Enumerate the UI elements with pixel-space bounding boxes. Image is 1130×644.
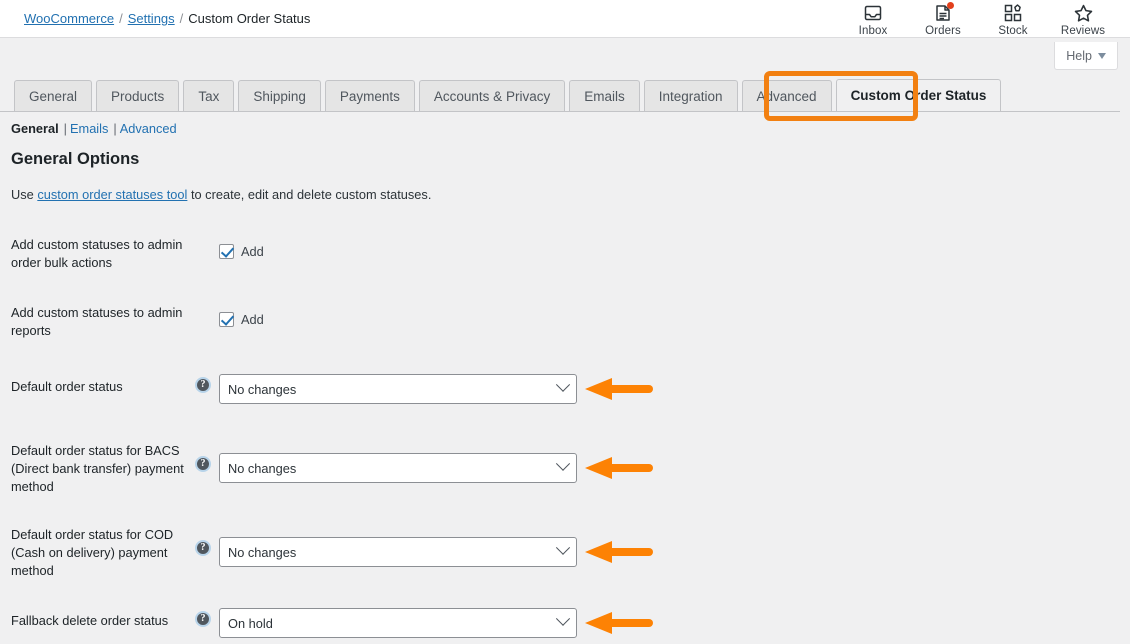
settings-tab-strip: General Products Tax Shipping Payments A… <box>0 79 1120 112</box>
activity-panel-icons: Inbox Orders Stock Reviews <box>838 0 1118 38</box>
setting-label-cod-status: Default order status for COD (Cash on de… <box>11 527 174 578</box>
help-tooltip-icon-bacs-status[interactable]: ? <box>195 456 211 472</box>
inbox-icon <box>862 2 884 24</box>
select-value-default-order-status: No changes <box>228 381 297 397</box>
chevron-down-icon <box>555 377 571 392</box>
activity-label-inbox: Inbox <box>858 25 888 37</box>
tab-emails[interactable]: Emails <box>569 80 640 111</box>
tab-payments[interactable]: Payments <box>324 80 415 111</box>
custom-order-statuses-tool-link[interactable]: custom order statuses tool <box>37 187 187 202</box>
description-text-before: Use <box>11 187 38 202</box>
tab-integration[interactable]: Integration <box>643 80 738 111</box>
select-default-order-status[interactable]: No changes <box>219 374 577 404</box>
activity-label-stock: Stock <box>998 25 1028 37</box>
select-value-bacs-status: No changes <box>228 460 297 476</box>
select-fallback-delete-status[interactable]: On hold <box>219 608 577 638</box>
arrow-head <box>585 612 612 634</box>
annotation-arrow-cod-status <box>585 541 653 563</box>
setting-row-fallback-delete-status: Fallback delete order status ? On hold <box>0 600 1120 644</box>
breadcrumb: WooCommerce / Settings / Custom Order Status <box>24 11 310 26</box>
chevron-down-icon <box>555 611 571 626</box>
breadcrumb-link-woocommerce[interactable]: WooCommerce <box>24 11 114 26</box>
arrow-head <box>585 541 612 563</box>
help-button[interactable]: Help <box>1054 42 1118 70</box>
help-tooltip-icon-cod-status[interactable]: ? <box>195 540 211 556</box>
sub-navigation: General | Emails | Advanced <box>11 121 177 136</box>
tab-advanced[interactable]: Advanced <box>741 80 832 111</box>
setting-row-admin-reports: Add custom statuses to admin reports Add <box>0 292 1120 350</box>
checkbox-admin-reports-wrap[interactable]: Add <box>219 312 264 327</box>
arrow-shaft <box>610 385 653 393</box>
select-value-fallback-delete-status: On hold <box>228 615 273 631</box>
tab-general[interactable]: General <box>14 80 93 111</box>
chevron-down-icon <box>555 540 571 555</box>
subnav-item-general[interactable]: General <box>11 121 59 136</box>
setting-row-bulk-actions: Add custom statuses to admin order bulk … <box>0 224 1120 282</box>
subnav-item-emails[interactable]: Emails <box>70 121 108 136</box>
help-tooltip-icon-fallback-delete-status[interactable]: ? <box>195 611 211 627</box>
orders-notification-badge <box>947 2 954 9</box>
reviews-star-icon <box>1072 2 1094 24</box>
annotation-arrow-bacs-status <box>585 457 653 479</box>
setting-label-bacs-status: Default order status for BACS (Direct ba… <box>11 443 184 494</box>
setting-row-default-order-status: Default order status ? No changes <box>0 366 1120 426</box>
checkbox-label-admin-reports: Add <box>241 312 264 327</box>
settings-tabs: General Products Tax Shipping Payments A… <box>14 79 1002 111</box>
breadcrumb-separator-2: / <box>179 11 184 26</box>
breadcrumb-current-page: Custom Order Status <box>188 11 311 26</box>
activity-label-orders: Orders <box>925 25 961 37</box>
orders-icon <box>932 2 954 24</box>
checkbox-admin-reports[interactable] <box>219 312 234 327</box>
setting-row-bacs-status: Default order status for BACS (Direct ba… <box>0 430 1120 508</box>
activity-item-orders[interactable]: Orders <box>908 0 978 37</box>
page-title: General Options <box>11 150 140 168</box>
breadcrumb-link-settings[interactable]: Settings <box>128 11 175 26</box>
tab-products[interactable]: Products <box>96 80 180 111</box>
subnav-separator-2: | <box>113 121 117 136</box>
stock-icon <box>1002 2 1024 24</box>
checkbox-bulk-actions[interactable] <box>219 244 234 259</box>
activity-item-stock[interactable]: Stock <box>978 0 1048 37</box>
activity-label-reviews: Reviews <box>1060 25 1106 37</box>
arrow-shaft <box>610 464 653 472</box>
arrow-shaft <box>610 548 653 556</box>
settings-page: WooCommerce / Settings / Custom Order Status… <box>0 0 1130 644</box>
subnav-separator-1: | <box>63 121 67 136</box>
select-cod-status[interactable]: No changes <box>219 537 577 567</box>
setting-label-bulk-actions: Add custom statuses to admin order bulk … <box>11 237 183 270</box>
setting-label-admin-reports: Add custom statuses to admin reports <box>11 305 183 338</box>
help-tooltip-icon-default-order-status[interactable]: ? <box>195 377 211 393</box>
arrow-head <box>585 378 612 400</box>
breadcrumb-separator-1: / <box>119 11 123 26</box>
annotation-arrow-default-order-status <box>585 378 653 400</box>
setting-label-default-order-status: Default order status <box>11 379 123 394</box>
subnav-item-advanced[interactable]: Advanced <box>120 121 177 136</box>
tab-tax[interactable]: Tax <box>183 80 235 111</box>
chevron-down-icon <box>1098 52 1106 59</box>
tab-custom-order-status[interactable]: Custom Order Status <box>835 79 1002 111</box>
section-description: Use custom order statuses tool to create… <box>11 187 431 202</box>
select-bacs-status[interactable]: No changes <box>219 453 577 483</box>
annotation-arrow-fallback-delete-status <box>585 612 653 634</box>
activity-item-inbox[interactable]: Inbox <box>838 0 908 37</box>
arrow-head <box>585 457 612 479</box>
setting-label-fallback-delete-status: Fallback delete order status <box>11 613 169 628</box>
top-bar: WooCommerce / Settings / Custom Order Status… <box>0 0 1130 38</box>
help-button-label: Help <box>1066 48 1092 63</box>
description-text-after: to create, edit and delete custom status… <box>187 187 432 202</box>
checkbox-bulk-actions-wrap[interactable]: Add <box>219 244 264 259</box>
checkbox-label-bulk-actions: Add <box>241 244 264 259</box>
select-value-cod-status: No changes <box>228 544 297 560</box>
activity-item-reviews[interactable]: Reviews <box>1048 0 1118 37</box>
setting-row-cod-status: Default order status for COD (Cash on de… <box>0 514 1120 592</box>
tab-shipping[interactable]: Shipping <box>238 80 321 111</box>
arrow-shaft <box>610 619 653 627</box>
tab-accounts-privacy[interactable]: Accounts & Privacy <box>418 80 566 111</box>
chevron-down-icon <box>555 456 571 471</box>
